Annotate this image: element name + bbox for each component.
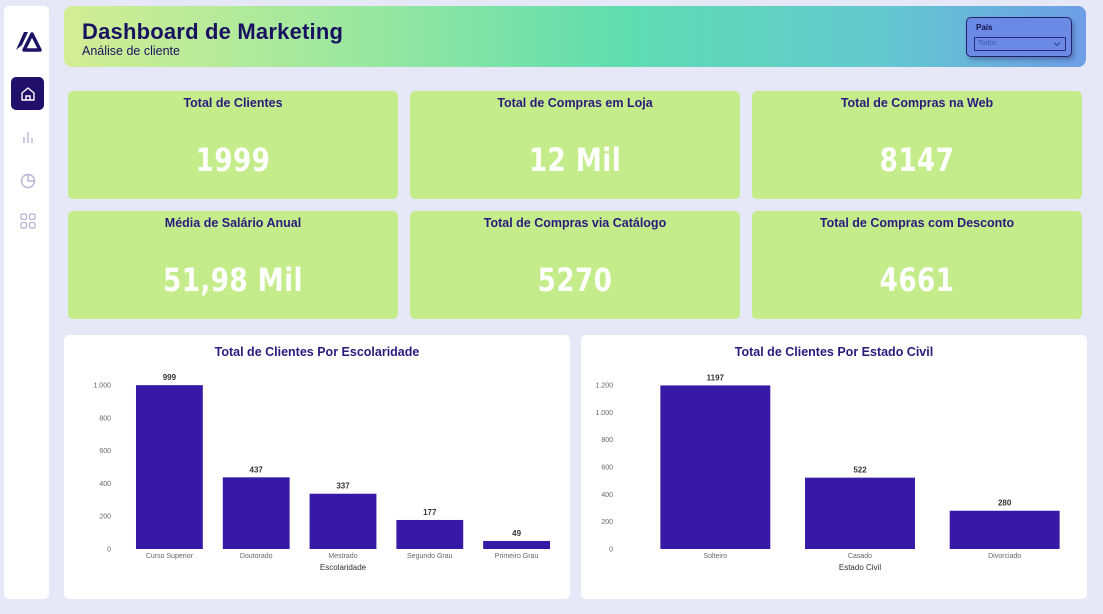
kpi-title: Total de Compras via Catálogo bbox=[483, 216, 667, 230]
page-title: Dashboard de Marketing bbox=[82, 19, 344, 44]
y-tick-label: 600 bbox=[601, 465, 613, 472]
bar-chart-escolaridade: 0 200 400 600 800 1.000 999 Curso Superior 437 Do… bbox=[93, 373, 551, 572]
data-label: 522 bbox=[853, 466, 867, 475]
kpi-title: Total de Compras com Desconto bbox=[819, 216, 1015, 230]
kpi-title: Total de Compras em Loja bbox=[497, 96, 653, 110]
page-subtitle: Análise de cliente bbox=[82, 44, 180, 58]
x-axis-label: Estado Civil bbox=[839, 563, 881, 572]
kpi-title: Média de Salário Anual bbox=[164, 216, 302, 230]
y-tick-label: 200 bbox=[601, 519, 613, 526]
y-tick-label: 800 bbox=[601, 437, 613, 444]
y-tick-label: 1.200 bbox=[595, 383, 613, 390]
bar[interactable] bbox=[396, 519, 464, 549]
country-filter-value: Todos bbox=[978, 40, 997, 47]
chevron-down-icon bbox=[1053, 42, 1061, 47]
grid-icon bbox=[19, 212, 36, 229]
data-label: 337 bbox=[336, 482, 350, 491]
kpi-title: Total de Compras na Web bbox=[840, 96, 994, 110]
kpi-card-compras-catalogo: Total de Compras via Catálogo 5270 bbox=[410, 211, 740, 319]
kpi-value: 5270 bbox=[537, 261, 613, 299]
chart-card-estado-civil: Total de Clientes Por Estado Civil 0 200 4… bbox=[581, 335, 1087, 599]
country-filter-dropdown[interactable]: Todos bbox=[974, 37, 1066, 51]
kpi-value: 12 Mil bbox=[528, 141, 622, 179]
data-label: 49 bbox=[512, 529, 521, 538]
kpi-card-compras-desconto: Total de Compras com Desconto 4661 bbox=[752, 211, 1082, 319]
x-axis-label: Escolaridade bbox=[320, 563, 367, 572]
bar[interactable] bbox=[949, 510, 1060, 549]
bar-chart-estado-civil: 0 200 400 600 800 1.000 1.200 1197 Solteiro 522 Ca… bbox=[595, 373, 1060, 572]
kpi-card-total-clientes: Total de Clientes 1999 bbox=[68, 91, 398, 199]
data-label: 177 bbox=[423, 508, 437, 517]
nav-bar-chart-button[interactable] bbox=[11, 120, 44, 153]
nav-grid-button[interactable] bbox=[11, 204, 44, 237]
kpi-card-salario-anual: Média de Salário Anual 51,98 Mil bbox=[68, 211, 398, 319]
x-tick-label: Mestrado bbox=[328, 553, 357, 560]
home-icon bbox=[20, 86, 35, 101]
kpi-title: Total de Clientes bbox=[183, 96, 283, 110]
kpi-value: 8147 bbox=[879, 141, 955, 179]
y-tick-label: 1.000 bbox=[93, 383, 111, 390]
y-tick-label: 600 bbox=[99, 448, 111, 455]
x-tick-label: Curso Superior bbox=[146, 553, 194, 560]
kpi-value: 4661 bbox=[879, 261, 955, 299]
x-tick-label: Segundo Grau bbox=[407, 553, 453, 560]
x-tick-label: Solteiro bbox=[703, 553, 727, 560]
x-tick-label: Primeiro Grau bbox=[495, 553, 539, 560]
y-tick-label: 400 bbox=[99, 481, 111, 488]
x-tick-label: Doutorado bbox=[240, 553, 273, 560]
data-label: 280 bbox=[998, 499, 1012, 508]
chart-card-escolaridade: Total de Clientes Por Escolaridade 0 200 4… bbox=[64, 335, 570, 599]
y-tick-label: 800 bbox=[99, 415, 111, 422]
kpi-card-compras-web: Total de Compras na Web 8147 bbox=[752, 91, 1082, 199]
data-label: 999 bbox=[163, 373, 177, 382]
y-tick-label: 0 bbox=[107, 547, 111, 554]
bar[interactable] bbox=[483, 540, 551, 549]
bar[interactable] bbox=[309, 493, 377, 549]
nav-pie-chart-button[interactable] bbox=[11, 164, 44, 197]
bar[interactable] bbox=[805, 477, 915, 549]
data-label: 1197 bbox=[707, 373, 725, 382]
y-tick-label: 0 bbox=[609, 547, 613, 554]
kpi-value: 1999 bbox=[195, 141, 271, 179]
y-tick-label: 200 bbox=[99, 514, 111, 521]
bar[interactable] bbox=[135, 385, 203, 549]
kpi-card-compras-loja: Total de Compras em Loja 12 Mil bbox=[410, 91, 740, 199]
logo-icon bbox=[13, 26, 43, 56]
data-label: 437 bbox=[250, 465, 264, 474]
sidebar bbox=[4, 6, 49, 599]
bar-chart-icon bbox=[22, 131, 33, 143]
x-tick-label: Divorciado bbox=[988, 553, 1021, 560]
bar[interactable] bbox=[660, 385, 771, 549]
header-banner: Dashboard de Marketing Análise de client… bbox=[64, 6, 1086, 67]
nav-home-button[interactable] bbox=[11, 77, 44, 110]
country-filter-label: País bbox=[976, 23, 993, 32]
pie-chart-icon bbox=[20, 173, 35, 188]
y-tick-label: 400 bbox=[601, 492, 613, 499]
country-filter: País Todos bbox=[966, 17, 1072, 57]
x-tick-label: Casado bbox=[848, 553, 872, 560]
kpi-value: 51,98 Mil bbox=[163, 261, 303, 299]
bar[interactable] bbox=[222, 477, 290, 549]
y-tick-label: 1.000 bbox=[595, 410, 613, 417]
